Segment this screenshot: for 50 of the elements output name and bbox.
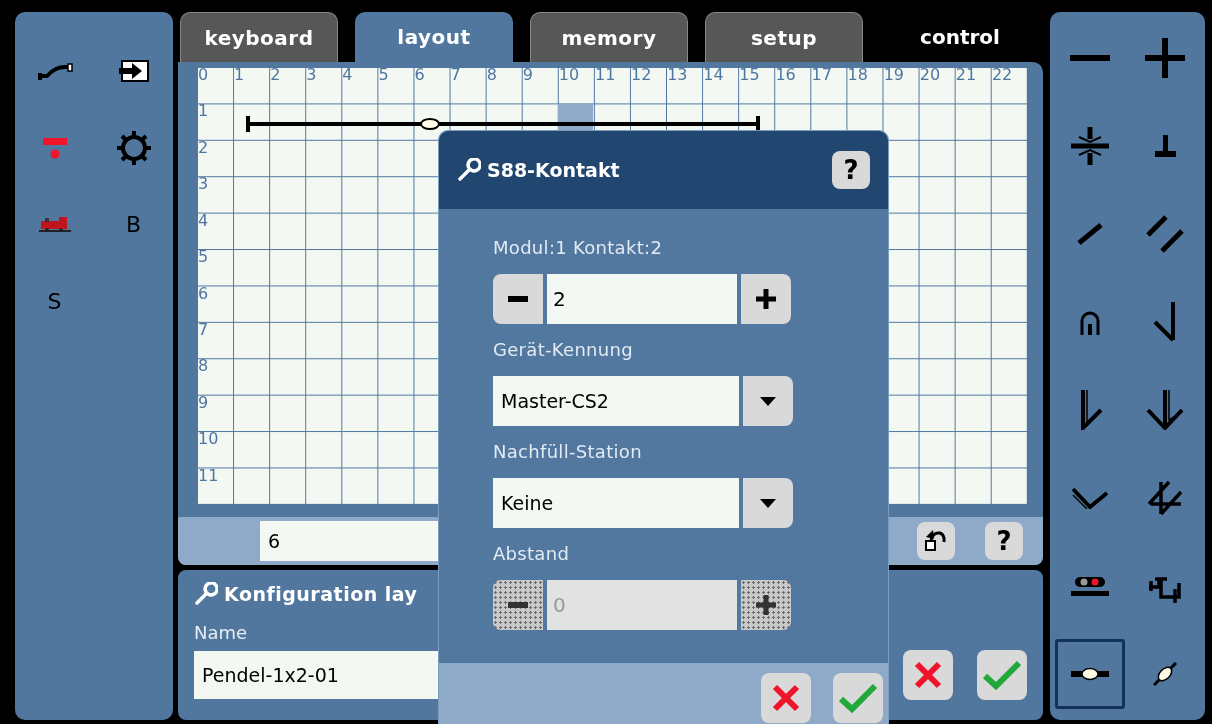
- tab[interactable]: layout: [355, 12, 513, 62]
- dialog-title: S88-Kontakt: [487, 157, 620, 183]
- column-label: 3: [306, 65, 317, 85]
- field-label: Nachfüll-Station: [493, 440, 643, 464]
- column-label: 11: [594, 65, 616, 85]
- toolbar-letter-button[interactable]: S: [47, 285, 62, 318]
- column-label: 2: [270, 65, 281, 85]
- field-label: Gerät-Kennung: [493, 338, 634, 362]
- column-label: 13: [667, 65, 688, 85]
- column-label: 16: [775, 65, 796, 85]
- column-label: 21: [955, 65, 977, 85]
- number-field[interactable]: 2: [547, 274, 737, 324]
- column-label: 9: [522, 65, 533, 85]
- row-label: 1: [198, 101, 209, 122]
- row-label: 5: [198, 247, 209, 268]
- column-label: 15: [739, 65, 760, 85]
- help-button[interactable]: ?: [985, 522, 1023, 560]
- tab[interactable]: memory: [530, 12, 688, 62]
- column-label: 4: [342, 65, 353, 85]
- column-label: 8: [486, 65, 497, 85]
- row-label: 2: [198, 137, 209, 158]
- column-label: 20: [919, 65, 941, 85]
- row-label: 3: [198, 174, 209, 195]
- column-label: 10: [558, 65, 580, 85]
- row-label: 11: [198, 465, 219, 486]
- row-label: 10: [198, 429, 219, 450]
- column-label: 5: [378, 65, 389, 85]
- row-label: 8: [198, 356, 209, 377]
- row-label: 9: [198, 392, 209, 413]
- column-label: 17: [811, 65, 832, 85]
- tab[interactable]: setup: [705, 12, 863, 62]
- tab[interactable]: keyboard: [180, 12, 338, 62]
- toolbar-letter-button[interactable]: B: [125, 208, 142, 241]
- column-label: 1: [234, 65, 245, 85]
- row-label: 4: [198, 210, 209, 231]
- row-label: 6: [198, 283, 209, 304]
- column-label: 0: [198, 65, 209, 85]
- column-label: 18: [847, 65, 868, 85]
- column-label: 14: [703, 65, 724, 85]
- field-label: Modul:1 Kontakt:2: [493, 236, 664, 260]
- column-label: 19: [883, 65, 904, 85]
- tab[interactable]: control: [880, 12, 1040, 62]
- panel-title: Konfiguration lay: [224, 582, 418, 607]
- field-label: Name: [194, 620, 249, 645]
- column-label: 12: [631, 65, 652, 85]
- column-label: 22: [991, 65, 1013, 85]
- column-label: 6: [414, 65, 425, 85]
- row-label: 7: [198, 319, 209, 340]
- help-button[interactable]: ?: [832, 151, 870, 189]
- column-label: 7: [450, 65, 461, 85]
